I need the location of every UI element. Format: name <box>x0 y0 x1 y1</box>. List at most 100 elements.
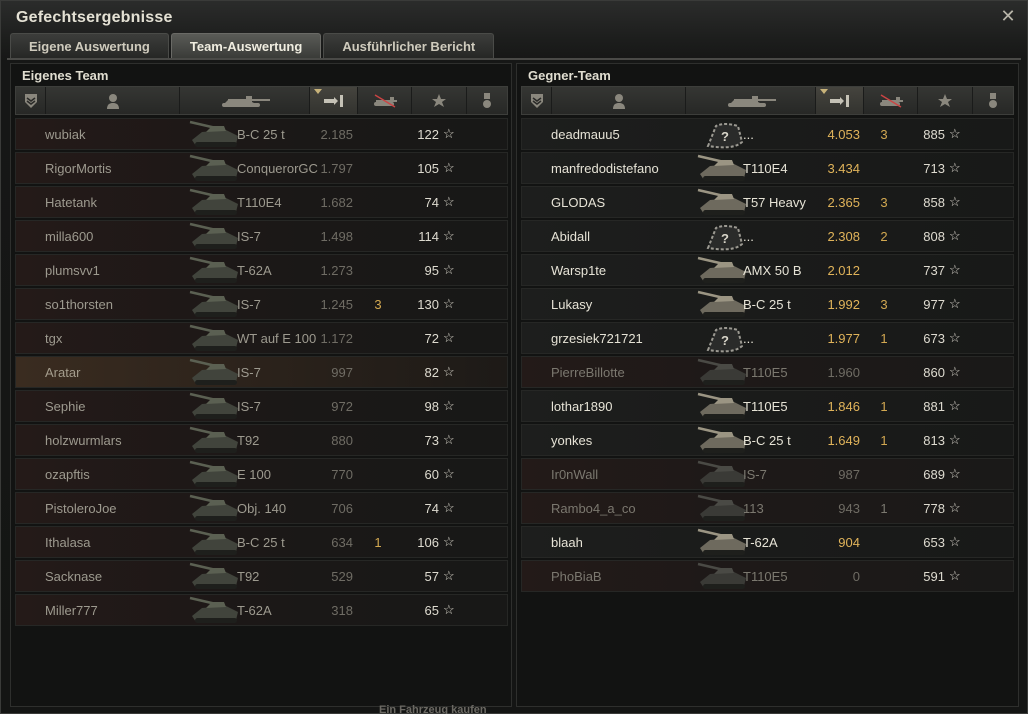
close-icon[interactable]: ✕ <box>999 7 1017 25</box>
rank-icon[interactable] <box>16 87 46 114</box>
own-team-header <box>15 86 508 115</box>
tab-bar: Eigene Auswertung Team-Auswertung Ausfüh… <box>10 33 495 58</box>
table-row[interactable]: wubiak B-C 25 t 2.185 122 ☆ <box>15 118 508 150</box>
table-row[interactable]: plumsvv1 T-62A 1.273 95 ☆ <box>15 254 508 286</box>
table-row[interactable]: grzesiek721721?... 1.977 1 673 ☆ <box>521 322 1014 354</box>
xp-value: 122 <box>417 127 439 142</box>
table-row[interactable]: Warsp1te AMX 50 B 2.012 737 ☆ <box>521 254 1014 286</box>
svg-text:?: ? <box>721 129 729 144</box>
tank-icon[interactable] <box>180 87 310 114</box>
star-icon: ☆ <box>443 500 455 515</box>
damage-value: 1.649 <box>827 433 860 448</box>
tab-divider <box>7 58 1021 60</box>
table-row[interactable]: ozapftis E 100 770 60 ☆ <box>15 458 508 490</box>
vehicle-icon <box>186 392 244 422</box>
vehicle-name: IS-7 <box>743 467 767 482</box>
player-name: RigorMortis <box>45 161 112 176</box>
player-name: Lukasy <box>551 297 593 312</box>
vehicle-name: IS-7 <box>237 399 261 414</box>
medal-icon[interactable] <box>973 87 1013 114</box>
vehicle-name: AMX 50 B <box>743 263 802 278</box>
vehicle-name: T110E5 <box>743 399 788 414</box>
rank-icon[interactable] <box>522 87 552 114</box>
vehicle-name: T110E5 <box>743 569 788 584</box>
player-icon[interactable] <box>552 87 686 114</box>
vehicle-name: B-C 25 t <box>743 297 791 312</box>
vehicle-icon <box>186 426 244 456</box>
kills-value: 3 <box>374 297 382 312</box>
table-row[interactable]: GLODAS T57 Heavy 2.365 3 858 ☆ <box>521 186 1014 218</box>
kills-icon[interactable] <box>358 87 412 114</box>
table-row[interactable]: Rambo4_a_co 113 943 1 778 ☆ <box>521 492 1014 524</box>
vehicle-name: T-62A <box>743 535 778 550</box>
damage-icon[interactable] <box>816 87 864 114</box>
xp-value: 881 <box>923 399 945 414</box>
star-icon: ☆ <box>949 160 961 175</box>
star-icon: ☆ <box>443 228 455 243</box>
table-row[interactable]: manfredodistefano T110E4 3.434 713 ☆ <box>521 152 1014 184</box>
table-row[interactable]: holzwurmlars T92 880 73 ☆ <box>15 424 508 456</box>
table-row[interactable]: lothar1890 T110E5 1.846 1 881 ☆ <box>521 390 1014 422</box>
player-name: Warsp1te <box>551 263 607 278</box>
damage-value: 634 <box>331 535 353 550</box>
table-row[interactable]: Ir0nWall IS-7 987 689 ☆ <box>521 458 1014 490</box>
vehicle-name: IS-7 <box>237 229 261 244</box>
own-team-rows: wubiak B-C 25 t 2.185 122 ☆ RigorMortis Conque… <box>15 118 508 628</box>
window-title: Gefechtsergebnisse <box>16 9 173 26</box>
player-name: Miller777 <box>45 603 98 618</box>
table-row[interactable]: Sacknase T92 529 57 ☆ <box>15 560 508 592</box>
player-icon[interactable] <box>46 87 180 114</box>
tab-eigene-auswertung[interactable]: Eigene Auswertung <box>10 33 169 58</box>
table-row[interactable]: deadmauu5?... 4.053 3 885 ☆ <box>521 118 1014 150</box>
table-row[interactable]: Lukasy B-C 25 t 1.992 3 977 ☆ <box>521 288 1014 320</box>
damage-value: 2.308 <box>827 229 860 244</box>
star-icon: ☆ <box>949 568 961 583</box>
xp-value: 977 <box>923 297 945 312</box>
star-icon: ☆ <box>949 228 961 243</box>
vehicle-icon <box>186 528 244 558</box>
table-row[interactable]: Sephie IS-7 972 98 ☆ <box>15 390 508 422</box>
star-icon: ☆ <box>949 126 961 141</box>
tank-icon[interactable] <box>686 87 816 114</box>
xp-value: 74 <box>424 501 439 516</box>
star-icon: ☆ <box>949 466 961 481</box>
star-icon: ☆ <box>949 364 961 379</box>
table-row[interactable]: PhoBiaB T110E5 0 591 ☆ <box>521 560 1014 592</box>
star-icon: ☆ <box>443 466 455 481</box>
kills-icon[interactable] <box>864 87 918 114</box>
vehicle-name: IS-7 <box>237 297 261 312</box>
player-name: Aratar <box>45 365 81 380</box>
table-row[interactable]: Abidall?... 2.308 2 808 ☆ <box>521 220 1014 252</box>
table-row[interactable]: milla600 IS-7 1.498 114 ☆ <box>15 220 508 252</box>
damage-value: 318 <box>331 603 353 618</box>
tab-team-auswertung[interactable]: Team-Auswertung <box>170 33 322 58</box>
player-name: Sacknase <box>45 569 103 584</box>
table-row[interactable]: Aratar IS-7 997 82 ☆ <box>15 356 508 388</box>
medal-icon[interactable] <box>467 87 507 114</box>
table-row[interactable]: Miller777 T-62A 318 65 ☆ <box>15 594 508 626</box>
table-row[interactable]: blaah T-62A 904 653 ☆ <box>521 526 1014 558</box>
title-bar: Gefechtsergebnisse ✕ <box>1 1 1027 33</box>
table-row[interactable]: RigorMortis ConquerorGC 1.797 105 ☆ <box>15 152 508 184</box>
table-row[interactable]: Hatetank T110E4 1.682 74 ☆ <box>15 186 508 218</box>
table-row[interactable]: Ithalasa B-C 25 t 634 1 106 ☆ <box>15 526 508 558</box>
xp-star-icon[interactable] <box>412 87 467 114</box>
table-row[interactable]: tgx WT auf E 100 1.172 72 ☆ <box>15 322 508 354</box>
table-row[interactable]: so1thorsten IS-7 1.245 3 130 ☆ <box>15 288 508 320</box>
table-row[interactable]: PistoleroJoe Obj. 140 706 74 ☆ <box>15 492 508 524</box>
table-row[interactable]: yonkes B-C 25 t 1.649 1 813 ☆ <box>521 424 1014 456</box>
star-icon: ☆ <box>949 296 961 311</box>
vehicle-name: T57 Heavy <box>743 195 806 210</box>
xp-value: 98 <box>424 399 439 414</box>
table-row[interactable]: PierreBillotte T110E5 1.960 860 ☆ <box>521 356 1014 388</box>
vehicle-name: T-62A <box>237 603 272 618</box>
damage-value: 943 <box>838 501 860 516</box>
tab-ausfuehrlicher-bericht[interactable]: Ausführlicher Bericht <box>323 33 495 58</box>
player-name: GLODAS <box>551 195 606 210</box>
vehicle-icon <box>186 562 244 592</box>
damage-icon[interactable] <box>310 87 358 114</box>
vehicle-name: B-C 25 t <box>237 127 285 142</box>
xp-star-icon[interactable] <box>918 87 973 114</box>
vehicle-name: 113 <box>743 501 764 516</box>
damage-value: 1.797 <box>320 161 353 176</box>
